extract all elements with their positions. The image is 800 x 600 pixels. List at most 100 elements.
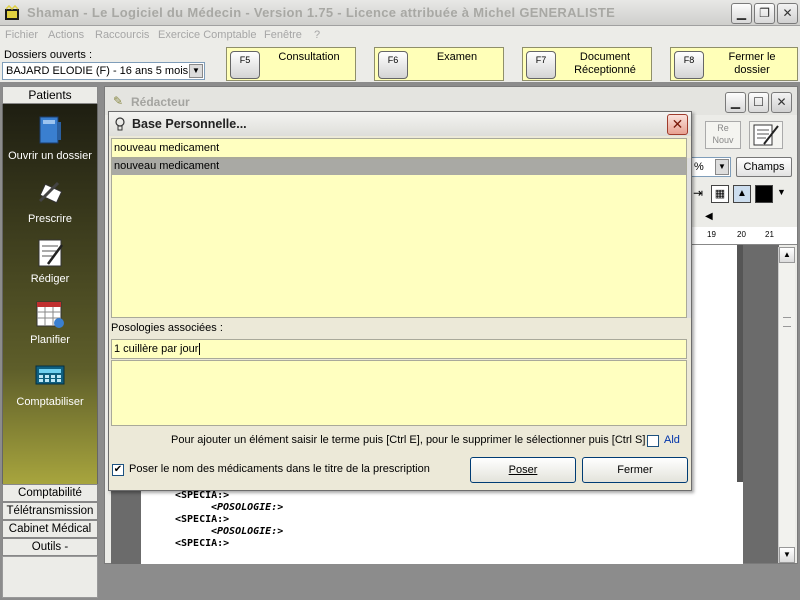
- fkey-label: Fermer le dossier: [728, 51, 776, 76]
- dialog-close-button[interactable]: ✕: [667, 114, 688, 135]
- zoom-select[interactable]: % ▼: [691, 157, 731, 177]
- menu-help[interactable]: ?: [314, 29, 320, 41]
- document-margin: [743, 245, 779, 563]
- restore-button[interactable]: ❐: [754, 3, 775, 24]
- fkey-consultation[interactable]: F5 Consultation: [226, 47, 356, 81]
- minimize-icon: ▁: [736, 6, 747, 20]
- workspace-bottom: [104, 568, 798, 598]
- ruler: 19 20 21: [691, 227, 797, 245]
- scroll-up-icon[interactable]: ▲: [779, 247, 795, 263]
- fkey-fermer-dossier[interactable]: F8 Fermer le dossier: [670, 47, 798, 81]
- image-icon[interactable]: ▲: [733, 185, 751, 203]
- sidebar-footer: [2, 556, 98, 598]
- color-swatch-icon[interactable]: [755, 185, 773, 203]
- tab-icon[interactable]: ⇥: [693, 186, 703, 200]
- sidebar-item-prescrire[interactable]: Prescrire: [2, 177, 98, 225]
- ruler-tick: 21: [765, 230, 774, 239]
- fkey-document-receptionne[interactable]: F7 Document Réceptionné: [522, 47, 652, 81]
- sidebar-item-comptabiliser[interactable]: Comptabiliser: [2, 360, 98, 408]
- poser-button[interactable]: Poser: [470, 457, 576, 483]
- redacteur-maximize-button[interactable]: ☐: [748, 92, 769, 113]
- format-toolbar: ⇥ ▦ ▲ ▼: [691, 183, 795, 205]
- menu-raccourcis[interactable]: Raccourcis: [95, 29, 149, 41]
- document-edit-icon: [753, 124, 779, 146]
- sidebar-header-patients[interactable]: Patients: [2, 86, 98, 104]
- poser-nom-label: Poser le nom des médicaments dans le tit…: [129, 463, 430, 475]
- sidebar-item-ouvrir-dossier[interactable]: Ouvrir un dossier: [2, 114, 98, 162]
- sidebar-item-label: Prescrire: [27, 213, 72, 225]
- sidebar-cabinet-medical[interactable]: Cabinet Médical: [2, 520, 98, 538]
- close-button[interactable]: ✕: [777, 3, 798, 24]
- list-item[interactable]: nouveau medicament: [112, 159, 686, 175]
- redacteur-minimize-button[interactable]: ▁: [725, 92, 746, 113]
- fermer-button[interactable]: Fermer: [582, 457, 688, 483]
- write-icon: [38, 239, 64, 267]
- posologie-input[interactable]: 1 cuillère par jour: [111, 339, 687, 359]
- poser-button-label: Poser: [508, 464, 538, 476]
- maximize-icon: ☐: [753, 95, 764, 109]
- menu-bar: Fichier Actions Raccourcis Exercice Comp…: [0, 26, 800, 46]
- dossiers-select[interactable]: BAJARD ELODIE (F) - 16 ans 5 mois - 0 ▼: [2, 62, 205, 80]
- menu-actions[interactable]: Actions: [48, 29, 84, 41]
- table-icon[interactable]: ▦: [711, 185, 729, 203]
- sidebar-item-label: Comptabiliser: [16, 396, 84, 408]
- scroll-thumb-grip[interactable]: [783, 317, 791, 327]
- fermer-button-label: Fermer: [617, 464, 653, 476]
- close-icon: ✕: [776, 95, 787, 109]
- menu-exercice-comptable[interactable]: Exercice Comptable: [158, 29, 256, 41]
- dossiers-label: Dossiers ouverts :: [4, 49, 93, 61]
- edit-document-button[interactable]: [749, 121, 783, 149]
- ald-checkbox[interactable]: [647, 435, 659, 447]
- pen-icon: [38, 181, 63, 204]
- app-title: Shaman - Le Logiciel du Médecin - Versio…: [27, 5, 616, 20]
- ruler-tick: 20: [737, 230, 746, 239]
- ruler-tab-marker: ◀: [705, 211, 713, 222]
- medicament-list[interactable]: nouveau medicament: [111, 158, 687, 318]
- key-cap: F6: [378, 51, 408, 79]
- dialog-edge: [687, 158, 691, 318]
- sidebar-item-label: Ouvrir un dossier: [8, 150, 92, 162]
- fkey-label: Consultation: [278, 51, 340, 63]
- redacteur-scrollbar[interactable]: ▲ ▼: [778, 247, 795, 563]
- posologie-value: 1 cuillère par jour: [114, 343, 199, 355]
- menu-fenetre[interactable]: Fenêtre: [264, 29, 302, 41]
- folder-icon: [39, 116, 61, 144]
- base-personnelle-dialog: Base Personnelle... ✕ nouveau medicament…: [108, 111, 692, 491]
- posologies-list[interactable]: [111, 360, 687, 426]
- key-cap: F5: [230, 51, 260, 79]
- chevron-down-icon[interactable]: ▼: [189, 64, 203, 78]
- sidebar-item-rediger[interactable]: Rédiger: [2, 237, 98, 285]
- sidebar-item-planifier[interactable]: Planifier: [2, 298, 98, 346]
- ald-label: Ald: [664, 434, 680, 446]
- renouv-button[interactable]: Re Nouv: [705, 121, 741, 149]
- poser-nom-checkbox[interactable]: ✔: [112, 464, 124, 476]
- sidebar-outils-parametres[interactable]: Outils - Paramètres: [2, 538, 98, 569]
- menu-fichier[interactable]: Fichier: [5, 29, 38, 41]
- sidebar-teletransmission[interactable]: Télétransmission: [2, 502, 98, 520]
- dialog-title: Base Personnelle...: [132, 117, 247, 131]
- champs-button[interactable]: Champs: [736, 157, 792, 177]
- fkey-label: Document Réceptionné: [574, 51, 636, 76]
- redacteur-title: Rédacteur: [131, 95, 190, 109]
- minimize-button[interactable]: ▁: [731, 3, 752, 24]
- checkmark-icon: ✔: [113, 464, 123, 475]
- dossiers-selected-value: BAJARD ELODIE (F) - 16 ans 5 mois - 0: [6, 65, 189, 77]
- sidebar-item-label: Rédiger: [30, 273, 70, 285]
- text-cursor: [199, 343, 201, 355]
- zoom-value: %: [694, 161, 704, 173]
- medicament-search-input[interactable]: nouveau medicament: [111, 138, 687, 158]
- chevron-down-icon[interactable]: ▼: [715, 159, 729, 175]
- key-cap: F7: [526, 51, 556, 79]
- scroll-down-icon[interactable]: ▼: [779, 547, 795, 563]
- shaman-app-icon: [5, 5, 19, 20]
- document-body[interactable]: <SPECIA:> <POSOLOGIE:> <SPECIA:> <POSOLO…: [111, 482, 743, 564]
- fkey-examen[interactable]: F6 Examen: [374, 47, 504, 81]
- chevron-down-icon[interactable]: ▼: [777, 187, 786, 197]
- sidebar-comptabilite[interactable]: Comptabilité: [2, 484, 98, 502]
- key-cap: F8: [674, 51, 704, 79]
- dialog-title-bar: Base Personnelle... ✕: [109, 112, 691, 136]
- calculator-icon: [35, 365, 65, 385]
- app-title-bar: Shaman - Le Logiciel du Médecin - Versio…: [0, 0, 800, 26]
- doc-line-specia: <SPECIA:>: [175, 490, 230, 501]
- redacteur-close-button[interactable]: ✕: [771, 92, 792, 113]
